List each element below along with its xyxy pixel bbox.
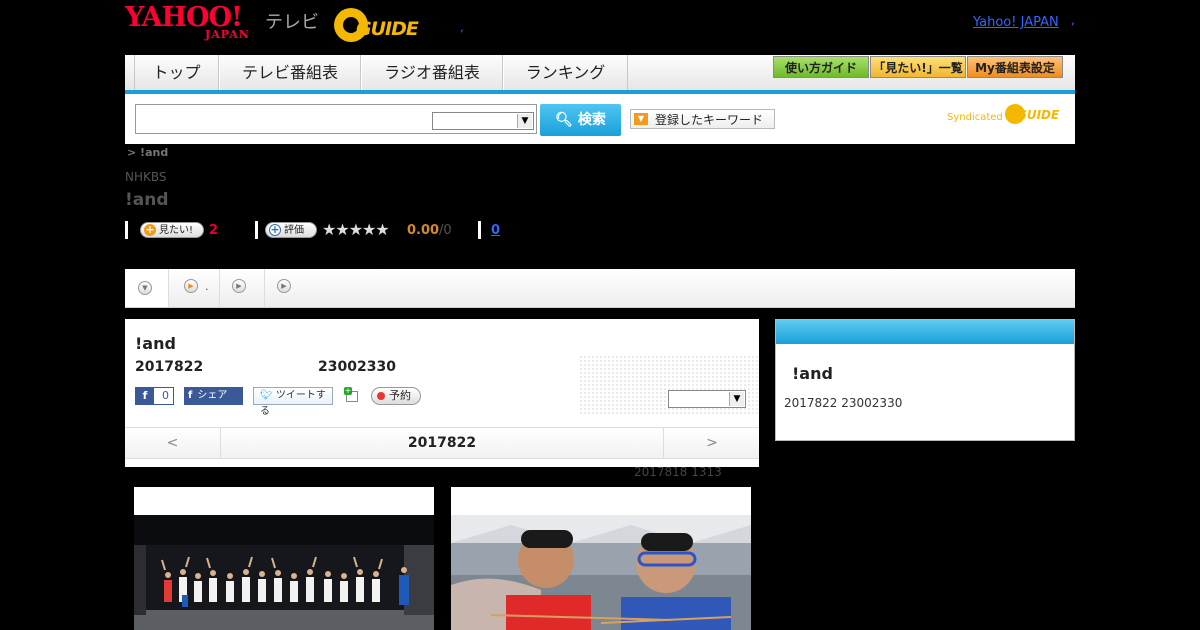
tv-logo-text[interactable]: テレビ (265, 8, 319, 34)
search-category-select[interactable]: ▼ (432, 112, 534, 130)
add-calendar-icon[interactable]: + (344, 387, 360, 403)
rate-button[interactable]: + 評価 (265, 222, 317, 238)
nav-tab-tv-schedule[interactable]: テレビ番組表 (219, 55, 361, 90)
syndicated-gguide-logo: Syndicated GUIDE (947, 104, 1067, 128)
record-dot-icon (377, 392, 385, 400)
header-right-dot: , (1071, 13, 1075, 27)
rating-stars: ★★★★★ (322, 220, 390, 239)
subtab-2-label: . (205, 280, 209, 293)
stat-divider (125, 221, 128, 239)
two-men-eating-image (451, 515, 751, 630)
want-button-label: 見たい! (159, 225, 194, 236)
facebook-share-button[interactable]: f シェア (184, 387, 243, 405)
gguide-logo-text: GUIDE (356, 18, 419, 40)
syndicated-guide-text: GUIDE (1017, 108, 1060, 122)
reserve-button[interactable]: 予約 (371, 387, 421, 405)
stat-divider (478, 221, 481, 239)
subtab-2[interactable]: ▶ . (169, 269, 220, 307)
yahoo-japan-logo[interactable]: YAHOO! JAPAN (125, 4, 265, 42)
global-nav: トップ テレビ番組表 ラジオ番組表 ランキング 使い方ガイド 「見たい!」一覧 … (125, 55, 1075, 94)
page-title: !and (125, 190, 169, 210)
gguide-logo[interactable]: GUIDE (334, 8, 430, 42)
reminder-select[interactable]: ▼ (668, 390, 746, 408)
saved-keywords-button[interactable]: ▼ 登録したキーワード (630, 109, 775, 129)
nav-tabs: トップ テレビ番組表 ラジオ番組表 ランキング (134, 55, 628, 90)
plus-icon: + (344, 386, 352, 395)
play-icon: ▶ (184, 279, 198, 293)
syndicated-text: Syndicated (947, 112, 1003, 123)
chevron-down-icon: ▼ (138, 281, 152, 295)
day-navigation: < 2017822 > (125, 427, 759, 459)
tweet-button[interactable]: 🐦︎ ツイートする (253, 387, 333, 417)
subtab-1[interactable]: ▼ (125, 269, 169, 307)
program-detail-card: !and 2017822 23002330 f 0 f シェア 🐦︎ ツイートする… (125, 319, 759, 467)
subtab-3[interactable]: ▶ (220, 269, 265, 307)
want-count: 2 (209, 223, 219, 238)
want-button[interactable]: + 見たい! (140, 222, 204, 238)
plus-icon: + (144, 223, 156, 236)
nav-tab-top[interactable]: トップ (134, 55, 219, 90)
last-updated: 2017818 1313 (634, 465, 722, 479)
facebook-icon: f (136, 388, 154, 404)
usage-guide-button[interactable]: 使い方ガイド (773, 56, 869, 78)
twitter-bird-icon: 🐦︎ (260, 390, 273, 401)
search-bar: ▼ 🔍︎ 検索 ▼ 登録したキーワード Syndicated GUIDE (125, 94, 1075, 144)
saved-keywords-label: 登録したキーワード (655, 113, 764, 127)
current-day-label: 2017822 (407, 435, 477, 451)
stat-divider (255, 221, 258, 239)
side-program-card: !and 2017822 23002330 (775, 319, 1075, 441)
logo-main-text: YAHOO! (125, 2, 243, 33)
reserve-label: 予約 (389, 389, 411, 402)
play-icon: ▶ (277, 279, 291, 293)
program-subtabs: ▼ ▶ . ▶ ▶ (125, 269, 1075, 308)
logo-sub-text: JAPAN (205, 28, 250, 41)
facebook-like-button[interactable]: f 0 (135, 387, 174, 405)
want-list-button[interactable]: 「見たい!」一覧 (870, 56, 966, 78)
channel-name: NHKBS (125, 170, 167, 184)
program-card-title: !and (135, 334, 176, 353)
search-button[interactable]: 🔍︎ 検索 (540, 104, 621, 136)
side-card-title: !and (792, 364, 833, 383)
program-date: 2017822 (135, 359, 204, 375)
breadcrumb[interactable]: > !and (127, 146, 168, 159)
arrow-down-icon: ▼ (634, 113, 648, 125)
search-icon: 🔍︎ (555, 112, 573, 128)
side-card-header (776, 320, 1074, 344)
stage-performance-image (134, 515, 434, 630)
program-photo-2[interactable] (451, 487, 751, 630)
yahoo-japan-link[interactable]: Yahoo! JAPAN (973, 15, 1059, 30)
facebook-icon: f (188, 390, 193, 401)
rating-count: /0 (439, 223, 452, 238)
subtab-4[interactable]: ▶ (265, 269, 310, 307)
nav-tab-ranking[interactable]: ランキング (503, 55, 628, 90)
header-dot: , (460, 20, 464, 34)
plus-icon: + (269, 223, 281, 236)
chevron-down-icon: ▼ (517, 114, 532, 128)
program-time: 23002330 (318, 359, 396, 375)
facebook-like-count: 0 (162, 389, 169, 402)
my-schedule-settings-button[interactable]: My番組表設定 (967, 56, 1063, 78)
chevron-down-icon: ▼ (729, 392, 744, 406)
side-card-datetime: 2017822 23002330 (784, 396, 903, 410)
rate-button-label: 評価 (284, 225, 304, 236)
search-button-label: 検索 (577, 112, 606, 128)
share-label: シェア (197, 390, 228, 401)
previous-day-button[interactable]: < (125, 428, 221, 458)
program-photo-1[interactable] (134, 487, 434, 630)
reviews-link[interactable]: 0 (491, 223, 500, 238)
play-icon: ▶ (232, 279, 246, 293)
rating-score: 0.00 (407, 223, 440, 238)
next-day-button[interactable]: > (663, 428, 760, 458)
nav-tab-radio-schedule[interactable]: ラジオ番組表 (361, 55, 503, 90)
